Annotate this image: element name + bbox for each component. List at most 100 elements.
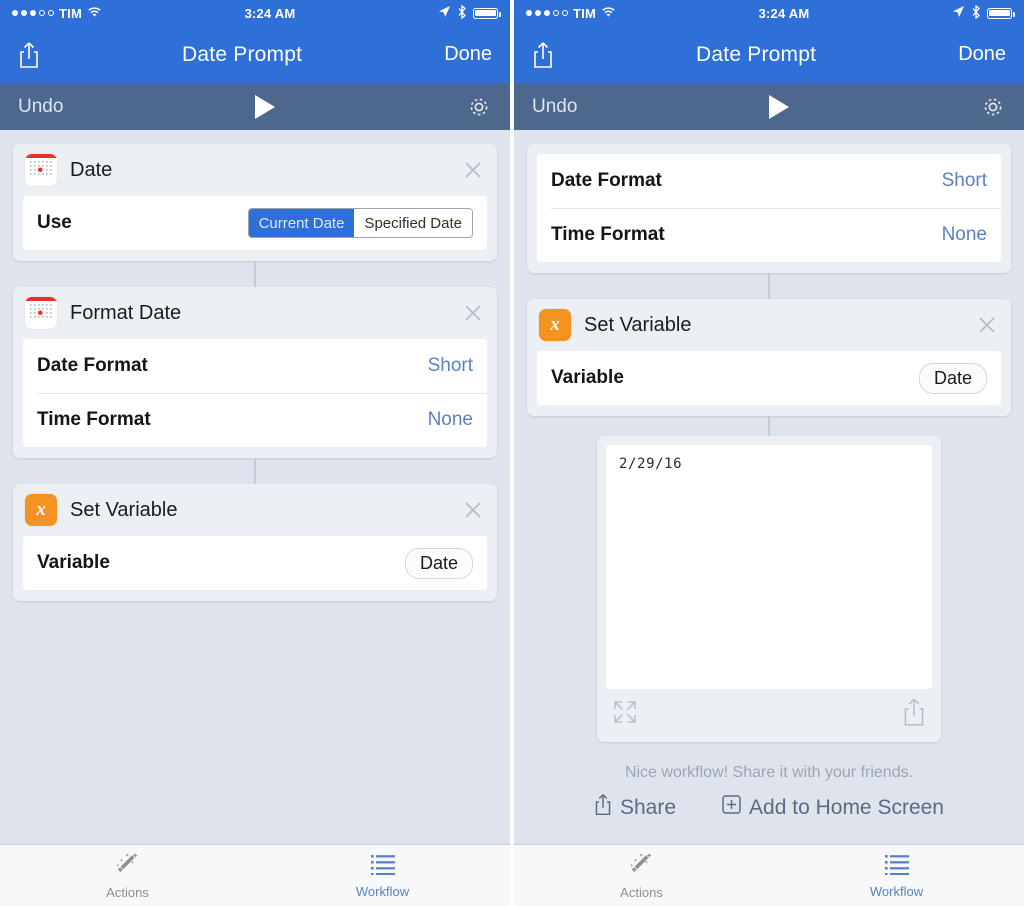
right-phone-screen: TIM 3:24 AM Date Prompt Done Undo Date F…	[514, 0, 1024, 906]
card-title: Set Variable	[584, 313, 692, 336]
battery-full-icon	[987, 7, 1015, 19]
result-preview-wrapper: 2/29/16	[527, 436, 1011, 742]
battery-full-icon	[473, 7, 501, 19]
status-bar-time: 3:24 AM	[244, 5, 296, 21]
done-button[interactable]: Done	[958, 43, 1006, 66]
carrier-label: TIM	[59, 5, 82, 21]
action-card-format-date[interactable]: Format Date Date Format Short Time Forma…	[13, 287, 497, 458]
promo-message: Nice workflow! Share it with your friend…	[624, 764, 914, 781]
play-icon[interactable]	[254, 94, 275, 119]
variable-name-pill[interactable]: Date	[404, 547, 473, 579]
wifi-icon	[87, 6, 102, 21]
card-title: Date	[70, 158, 113, 181]
workflow-toolbar: Undo	[514, 83, 1024, 130]
tab-workflow[interactable]: Workflow	[255, 845, 510, 906]
row-date-format[interactable]: Date Format Short	[23, 339, 487, 393]
action-card-set-variable[interactable]: x Set Variable Variable Date	[527, 299, 1011, 416]
tab-label: Workflow	[869, 884, 924, 899]
bluetooth-icon	[971, 4, 981, 22]
status-bar-left: TIM	[526, 6, 616, 21]
play-icon[interactable]	[768, 94, 789, 119]
close-icon[interactable]	[463, 303, 483, 323]
share-label: Share	[620, 795, 677, 819]
nav-bar: Date Prompt Done	[514, 26, 1024, 83]
action-card-date[interactable]: Date Use Current Date Specified Date	[13, 144, 497, 261]
status-bar-right	[952, 4, 1015, 22]
row-value[interactable]: Short	[942, 170, 987, 192]
row-value[interactable]: None	[428, 409, 473, 431]
tab-actions[interactable]: Actions	[0, 845, 255, 906]
add-to-home-screen-button[interactable]: Add to Home Screen	[722, 795, 944, 820]
share-button[interactable]: Share	[594, 793, 676, 822]
signal-strength-icon	[526, 10, 568, 16]
variable-name-pill[interactable]: Date	[918, 362, 987, 394]
card-header: Date	[13, 144, 497, 196]
card-body: Date Format Short Time Format None	[537, 154, 1001, 262]
row-label: Time Format	[551, 224, 665, 245]
row-date-format[interactable]: Date Format Short	[537, 154, 1001, 208]
status-bar-right	[438, 4, 501, 22]
nav-bar: Date Prompt Done	[0, 26, 510, 83]
close-icon[interactable]	[463, 160, 483, 180]
magic-wand-icon	[113, 851, 143, 882]
close-icon[interactable]	[463, 500, 483, 520]
list-icon	[367, 852, 399, 881]
card-header: x Set Variable	[13, 484, 497, 536]
row-time-format[interactable]: Time Format None	[537, 208, 1001, 262]
bluetooth-icon	[457, 4, 467, 22]
row-label: Date Format	[551, 170, 662, 191]
undo-button[interactable]: Undo	[532, 96, 577, 118]
tab-bar: Actions Workflow	[514, 844, 1024, 906]
gear-icon[interactable]	[980, 94, 1006, 120]
status-bar-time: 3:24 AM	[758, 5, 810, 21]
segment-current-date[interactable]: Current Date	[248, 209, 355, 237]
action-card-list: Date Use Current Date Specified Date For…	[0, 130, 510, 601]
status-bar: TIM 3:24 AM	[514, 0, 1024, 26]
tab-label: Actions	[106, 885, 149, 900]
tab-label: Actions	[620, 885, 663, 900]
signal-strength-icon	[12, 10, 54, 16]
card-header: x Set Variable	[527, 299, 1011, 351]
card-connector	[254, 458, 256, 484]
share-icon[interactable]	[902, 697, 926, 732]
expand-icon[interactable]	[612, 699, 638, 730]
action-card-list: Date Format Short Time Format None x Set…	[514, 130, 1024, 822]
gear-icon[interactable]	[466, 94, 492, 120]
location-arrow-icon	[438, 5, 451, 21]
workflow-toolbar: Undo	[0, 83, 510, 130]
workflow-canvas[interactable]: Date Use Current Date Specified Date For…	[0, 130, 510, 844]
tab-actions[interactable]: Actions	[514, 845, 769, 906]
done-button[interactable]: Done	[444, 43, 492, 66]
workflow-canvas[interactable]: Date Format Short Time Format None x Set…	[514, 130, 1024, 844]
variable-x-icon: x	[25, 494, 57, 526]
row-time-format[interactable]: Time Format None	[23, 393, 487, 447]
page-title: Date Prompt	[696, 42, 817, 66]
segment-specified-date[interactable]: Specified Date	[354, 209, 472, 237]
row-variable: Variable Date	[537, 351, 1001, 405]
location-arrow-icon	[952, 5, 965, 21]
result-output-text: 2/29/16	[606, 445, 932, 689]
use-segmented-control[interactable]: Current Date Specified Date	[247, 208, 473, 238]
card-header: Format Date	[13, 287, 497, 339]
row-value[interactable]: Short	[428, 355, 473, 377]
status-bar: TIM 3:24 AM	[0, 0, 510, 26]
promo-actions: Share Add to Home Screen	[527, 793, 1011, 822]
result-preview-card[interactable]: 2/29/16	[597, 436, 941, 742]
share-icon[interactable]	[18, 41, 40, 69]
undo-button[interactable]: Undo	[18, 96, 63, 118]
tab-label: Workflow	[355, 884, 410, 899]
share-icon[interactable]	[532, 41, 554, 69]
row-value[interactable]: None	[942, 224, 987, 246]
action-card-format-date-partial[interactable]: Date Format Short Time Format None	[527, 144, 1011, 273]
close-icon[interactable]	[977, 315, 997, 335]
card-body: Use Current Date Specified Date	[23, 196, 487, 250]
action-card-set-variable[interactable]: x Set Variable Variable Date	[13, 484, 497, 601]
card-title: Set Variable	[70, 498, 178, 521]
row-label: Use	[37, 212, 72, 233]
card-connector	[768, 273, 770, 299]
card-title: Format Date	[70, 301, 182, 324]
card-connector	[254, 261, 256, 287]
card-body: Date Format Short Time Format None	[23, 339, 487, 447]
card-body: Variable Date	[537, 351, 1001, 405]
tab-workflow[interactable]: Workflow	[769, 845, 1024, 906]
